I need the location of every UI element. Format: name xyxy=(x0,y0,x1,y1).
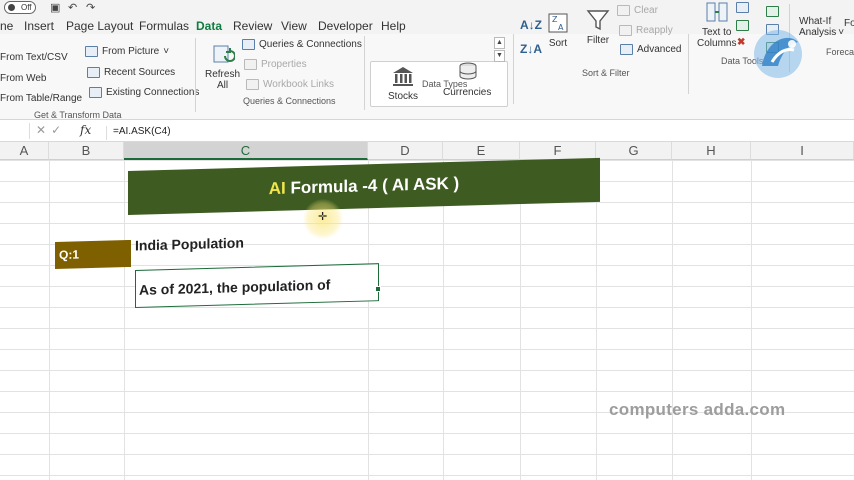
column-header-g[interactable]: G xyxy=(596,142,672,160)
group-divider xyxy=(195,38,196,112)
recent-sources-button[interactable]: Recent Sources xyxy=(87,67,175,78)
flash-fill-icon[interactable] xyxy=(736,2,749,13)
tab-help[interactable]: Help xyxy=(381,19,406,33)
enter-icon[interactable]: ✓ xyxy=(51,123,66,137)
scroll-up-icon[interactable]: ▲ xyxy=(494,37,505,49)
group-divider xyxy=(688,34,689,94)
consolidate-icon[interactable] xyxy=(766,6,779,17)
forecast-sheet-button[interactable]: Fo xyxy=(844,18,854,29)
save-icon[interactable]: ▣ xyxy=(50,1,60,14)
answer-cell-selected[interactable]: As of 2021, the population of xyxy=(135,263,379,308)
tab-formulas[interactable]: Formulas xyxy=(139,19,189,33)
text-to-columns-button[interactable]: Text to Columns xyxy=(697,0,736,49)
question-number-cell[interactable]: Q:1 xyxy=(55,239,131,270)
group-label-queries: Queries & Connections xyxy=(243,96,336,106)
stocks-button[interactable]: Stocks xyxy=(388,64,418,102)
ribbon: From Text/CSV From Web From Table/Range … xyxy=(0,2,854,120)
properties-icon xyxy=(244,59,257,70)
cell-cursor-icon: ✛ xyxy=(318,211,328,223)
tab-ne[interactable]: ne xyxy=(0,19,13,33)
column-header-e[interactable]: E xyxy=(443,142,520,160)
chevron-down-icon: ˅ xyxy=(163,46,170,57)
sort-az-icon[interactable]: A↓Z xyxy=(520,18,542,32)
formula-input[interactable]: =AI.ASK(C4) xyxy=(106,126,171,140)
sort-icon: Z A xyxy=(548,13,568,33)
title-text: AI Formula -4 ( AI ASK ) xyxy=(268,173,460,199)
column-header-d[interactable]: D xyxy=(368,142,443,160)
recent-sources-icon xyxy=(87,67,100,78)
sort-button[interactable]: Z A Sort xyxy=(546,11,570,49)
tab-developer[interactable]: Developer xyxy=(318,19,373,33)
group-label-get-transform: Get & Transform Data xyxy=(34,110,122,120)
scroll-down-icon[interactable]: ▼ xyxy=(494,50,505,62)
column-header-i[interactable]: I xyxy=(751,142,854,160)
svg-text:A: A xyxy=(558,23,564,32)
group-label-sort-filter: Sort & Filter xyxy=(582,68,630,78)
redo-icon[interactable]: ↷ xyxy=(86,1,95,14)
name-box[interactable] xyxy=(0,123,30,139)
cancel-icon[interactable]: ✕ xyxy=(36,123,51,137)
column-gridline xyxy=(49,160,50,480)
tab-review[interactable]: Review xyxy=(233,19,272,33)
text-to-columns-icon xyxy=(706,2,728,22)
existing-connections-button[interactable]: Existing Connections xyxy=(89,87,199,98)
advanced-button[interactable]: Advanced xyxy=(620,44,681,55)
tab-view[interactable]: View xyxy=(281,19,307,33)
column-header-h[interactable]: H xyxy=(672,142,751,160)
column-gridline xyxy=(520,160,521,480)
column-gridline xyxy=(596,160,597,480)
group-divider xyxy=(364,36,365,110)
bank-icon xyxy=(393,67,413,86)
picture-icon xyxy=(85,46,98,57)
question-cell[interactable]: India Population xyxy=(135,234,244,253)
filter-icon xyxy=(586,10,610,31)
queries-connections-button[interactable]: Queries & Connections xyxy=(242,39,362,50)
queries-icon xyxy=(242,39,255,50)
insert-function-icon[interactable]: fx xyxy=(80,123,91,137)
from-table-range-button[interactable]: From Table/Range xyxy=(0,93,82,104)
properties-button[interactable]: Properties xyxy=(244,59,307,70)
autosave-toggle[interactable]: Off xyxy=(4,1,36,14)
filter-button[interactable]: Filter xyxy=(586,8,610,46)
formula-bar: ✕✓ fx =AI.ASK(C4) xyxy=(0,121,854,142)
column-gridline xyxy=(672,160,673,480)
tab-data[interactable]: Data xyxy=(196,19,223,36)
from-text-csv-button[interactable]: From Text/CSV xyxy=(0,52,68,63)
links-icon xyxy=(246,79,259,90)
undo-icon[interactable]: ↶ xyxy=(68,1,77,14)
connections-icon xyxy=(89,87,102,98)
refresh-all-button[interactable]: Refresh All xyxy=(205,42,240,91)
reapply-icon xyxy=(619,25,632,36)
advanced-filter-icon xyxy=(620,44,633,55)
column-header-a[interactable]: A xyxy=(0,142,49,160)
group-label-forecast: Forecast xyxy=(826,47,854,57)
formula-bar-buttons: ✕✓ xyxy=(36,123,66,137)
channel-logo-icon xyxy=(754,30,802,78)
group-label-data-types: Data Types xyxy=(422,79,468,89)
column-gridline xyxy=(124,160,125,480)
group-divider xyxy=(513,34,514,104)
from-web-button[interactable]: From Web xyxy=(0,73,47,84)
from-picture-button[interactable]: From Picture ˅ xyxy=(85,46,169,57)
tab-insert[interactable]: Insert xyxy=(24,19,54,33)
sort-za-icon[interactable]: Z↓A xyxy=(520,42,542,56)
column-header-c[interactable]: C xyxy=(124,142,368,160)
data-validation-icon[interactable]: ✖ xyxy=(737,37,745,48)
tab-page-layout[interactable]: Page Layout xyxy=(66,19,133,33)
fill-handle[interactable] xyxy=(375,286,381,292)
watermark: computers adda.com xyxy=(609,400,786,419)
column-gridline xyxy=(443,160,444,480)
workbook-links-button[interactable]: Workbook Links xyxy=(246,79,334,90)
clear-icon xyxy=(617,5,630,16)
quick-access-toolbar: ▣ ↶ ↷ xyxy=(48,0,108,14)
reapply-button[interactable]: Reapply xyxy=(619,25,673,36)
column-gridline xyxy=(751,160,752,480)
clear-button[interactable]: Clear xyxy=(617,5,658,16)
refresh-icon xyxy=(213,45,235,63)
column-header-b[interactable]: B xyxy=(49,142,124,160)
